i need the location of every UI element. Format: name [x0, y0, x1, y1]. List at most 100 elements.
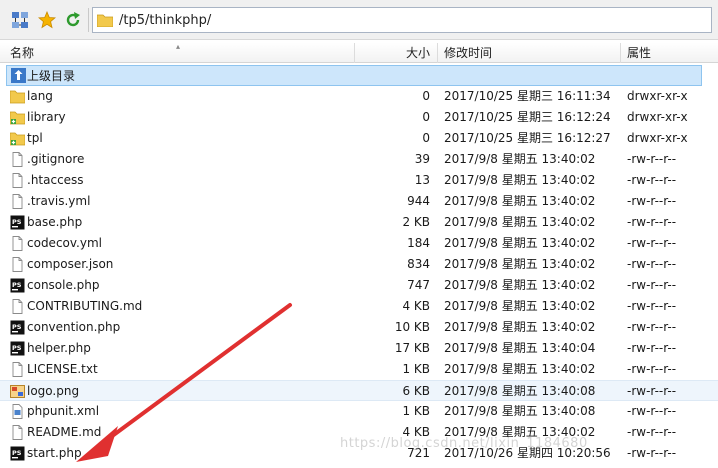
column-divider[interactable] — [437, 43, 438, 63]
file-row[interactable]: .htaccess 13 2017/9/8 星期五 13:40:02 -rw-r--r… — [0, 170, 718, 191]
file-name: CONTRIBUTING.md — [27, 299, 143, 313]
file-row[interactable]: LICENSE.txt 1 KB 2017/9/8 星期五 13:40:02 -rw-… — [0, 359, 718, 380]
file-row[interactable]: README.md 4 KB 2017/9/8 星期五 13:40:02 -rw-r-… — [0, 422, 718, 443]
folder-icon — [97, 14, 113, 27]
file-size: 747 — [407, 278, 430, 292]
file-modified: 2017/10/25 星期三 16:12:27 — [444, 131, 611, 145]
file-modified: 2017/9/8 星期五 13:40:02 — [444, 257, 596, 271]
file-name: composer.json — [27, 257, 114, 271]
file-modified: 2017/9/8 星期五 13:40:04 — [444, 341, 596, 355]
file-row[interactable]: composer.json 834 2017/9/8 星期五 13:40:02 -rw… — [0, 254, 718, 275]
file-row[interactable]: PS start.php 721 2017/10/26 星期四 10:20:56 -rw… — [0, 443, 718, 464]
document-icon — [12, 362, 23, 377]
file-size: 1 KB — [402, 404, 430, 418]
file-modified: 2017/9/8 星期五 13:40:08 — [444, 384, 596, 398]
file-name: codecov.yml — [27, 236, 102, 250]
folder-icon — [10, 111, 25, 125]
favorite-star-icon[interactable] — [37, 10, 57, 30]
file-size: 0 — [422, 89, 430, 103]
parent-directory-row[interactable]: 上级目录 — [6, 65, 702, 86]
file-row[interactable]: logo.png 6 KB 2017/9/8 星期五 13:40:08 -rw-r--… — [0, 380, 718, 401]
column-attributes[interactable]: 属性 — [627, 43, 651, 63]
file-attributes: -rw-r--r-- — [627, 194, 677, 208]
document-icon — [12, 152, 23, 167]
file-size: 4 KB — [402, 299, 430, 313]
sort-ascending-icon: ▴ — [176, 42, 181, 51]
document-icon — [12, 173, 23, 188]
file-attributes: -rw-r--r-- — [627, 425, 677, 439]
file-size: 6 KB — [402, 384, 430, 398]
file-size: 10 KB — [394, 320, 430, 334]
file-modified: 2017/9/8 星期五 13:40:02 — [444, 236, 596, 250]
file-modified: 2017/9/8 星期五 13:40:02 — [444, 320, 596, 334]
file-attributes: -rw-r--r-- — [627, 341, 677, 355]
column-name[interactable]: 名称 — [10, 43, 34, 63]
file-size: 17 KB — [394, 341, 430, 355]
column-modified[interactable]: 修改时间 — [444, 43, 492, 63]
file-attributes: -rw-r--r-- — [627, 299, 677, 313]
file-row[interactable]: PS console.php 747 2017/9/8 星期五 13:40:02 -rw… — [0, 275, 718, 296]
file-attributes: -rw-r--r-- — [627, 215, 677, 229]
svg-text:PS: PS — [12, 281, 22, 289]
path-input[interactable]: /tp5/thinkphp/ — [92, 7, 712, 33]
file-attributes: drwxr-xr-x — [627, 89, 688, 103]
file-name: start.php — [27, 446, 82, 460]
file-size: 2 KB — [402, 215, 430, 229]
column-header: ▴ 名称 大小 修改时间 属性 — [0, 43, 718, 63]
file-row[interactable]: .gitignore 39 2017/9/8 星期五 13:40:02 -rw-r--… — [0, 149, 718, 170]
file-row[interactable]: PS base.php 2 KB 2017/9/8 星期五 13:40:02 -rw-r… — [0, 212, 718, 233]
xml-file-icon — [12, 404, 23, 419]
file-attributes: drwxr-xr-x — [627, 131, 688, 145]
document-icon — [12, 257, 23, 272]
network-tree-icon[interactable] — [10, 10, 30, 30]
file-name: README.md — [27, 425, 102, 439]
file-attributes: -rw-r--r-- — [627, 362, 677, 376]
file-modified: 2017/9/8 星期五 13:40:02 — [444, 152, 596, 166]
file-row[interactable]: tpl 0 2017/10/25 星期三 16:12:27 drwxr-xr-x — [0, 128, 718, 149]
file-row[interactable]: lang 0 2017/10/25 星期三 16:11:34 drwxr-xr-x — [0, 86, 718, 107]
toolbar-separator — [88, 8, 89, 32]
file-attributes: -rw-r--r-- — [627, 384, 677, 398]
file-modified: 2017/10/25 星期三 16:12:24 — [444, 110, 611, 124]
file-row[interactable]: PS helper.php 17 KB 2017/9/8 星期五 13:40:04 -r… — [0, 338, 718, 359]
phpstorm-file-icon: PS — [10, 341, 25, 356]
svg-text:PS: PS — [12, 218, 22, 226]
file-modified: 2017/9/8 星期五 13:40:02 — [444, 425, 596, 439]
phpstorm-file-icon: PS — [10, 320, 25, 335]
file-modified: 2017/10/25 星期三 16:11:34 — [444, 89, 611, 103]
column-divider[interactable] — [354, 43, 355, 63]
file-modified: 2017/9/8 星期五 13:40:02 — [444, 194, 596, 208]
file-row[interactable]: phpunit.xml 1 KB 2017/9/8 星期五 13:40:08 -rw-… — [0, 401, 718, 422]
file-name: phpunit.xml — [27, 404, 100, 418]
file-name: LICENSE.txt — [27, 362, 98, 376]
file-modified: 2017/9/8 星期五 13:40:02 — [444, 215, 596, 229]
file-name: console.php — [27, 278, 100, 292]
refresh-icon[interactable] — [63, 10, 83, 30]
phpstorm-file-icon: PS — [10, 215, 25, 230]
file-row[interactable]: library 0 2017/10/25 星期三 16:12:24 drwxr-xr-… — [0, 107, 718, 128]
file-row[interactable]: PS convention.php 10 KB 2017/9/8 星期五 13:40:… — [0, 317, 718, 338]
file-attributes: -rw-r--r-- — [627, 236, 677, 250]
svg-text:PS: PS — [12, 344, 22, 352]
svg-text:PS: PS — [12, 449, 22, 457]
file-attributes: -rw-r--r-- — [627, 152, 677, 166]
document-icon — [12, 425, 23, 440]
file-size: 0 — [422, 131, 430, 145]
file-size: 4 KB — [402, 425, 430, 439]
file-size: 39 — [414, 152, 430, 166]
file-size: 1 KB — [402, 362, 430, 376]
file-list: 上级目录 lang 0 2017/10/25 星期三 16:11:34 drwxr-x… — [0, 65, 718, 464]
file-size: 184 — [407, 236, 430, 250]
file-size: 0 — [422, 110, 430, 124]
file-row[interactable]: .travis.yml 944 2017/9/8 星期五 13:40:02 -rw-r… — [0, 191, 718, 212]
svg-text:PS: PS — [12, 323, 22, 331]
column-size[interactable]: 大小 — [406, 43, 430, 63]
phpstorm-file-icon: PS — [10, 446, 25, 461]
document-icon — [12, 236, 23, 251]
file-modified: 2017/9/8 星期五 13:40:02 — [444, 299, 596, 313]
file-modified: 2017/9/8 星期五 13:40:02 — [444, 362, 596, 376]
file-row[interactable]: CONTRIBUTING.md 4 KB 2017/9/8 星期五 13:40:02… — [0, 296, 718, 317]
file-row[interactable]: codecov.yml 184 2017/9/8 星期五 13:40:02 -rw-r… — [0, 233, 718, 254]
column-divider[interactable] — [620, 43, 621, 63]
file-modified: 2017/9/8 星期五 13:40:02 — [444, 173, 596, 187]
